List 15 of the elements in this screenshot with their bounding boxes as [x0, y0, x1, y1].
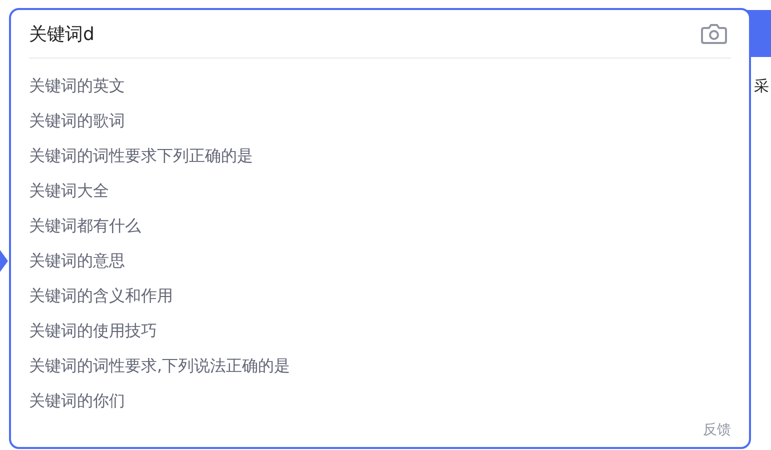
feedback-link[interactable]: 反馈: [703, 421, 731, 439]
page-text: 采: [754, 76, 769, 96]
suggestion-item[interactable]: 关键词的你们: [29, 384, 125, 419]
suggestion-item[interactable]: 关键词的歌词: [29, 104, 125, 139]
suggestion-item[interactable]: 关键词的意思: [29, 244, 125, 279]
arrow-icon[interactable]: [0, 250, 8, 272]
suggestion-item[interactable]: 关键词大全: [29, 174, 109, 209]
suggestion-item[interactable]: 关键词的含义和作用: [29, 279, 173, 314]
suggestion-item[interactable]: 关键词的词性要求,下列说法正确的是: [29, 349, 290, 384]
suggestion-item[interactable]: 关键词的英文: [29, 69, 125, 104]
camera-icon[interactable]: [701, 22, 727, 44]
suggestion-item[interactable]: 关键词的使用技巧: [29, 314, 157, 349]
suggestion-item[interactable]: 关键词的词性要求下列正确的是: [29, 139, 253, 174]
suggestion-item[interactable]: 关键词都有什么: [29, 209, 141, 244]
search-field[interactable]: 关键词d: [29, 10, 669, 58]
